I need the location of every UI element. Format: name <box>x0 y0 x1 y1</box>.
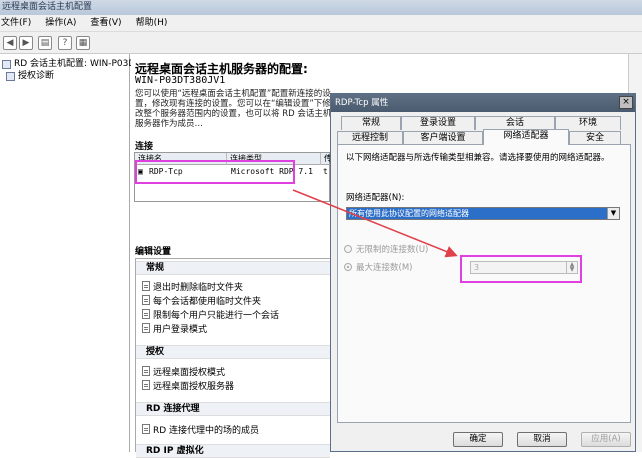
adapter-description: 以下网络适配器与所选传输类型相兼容。请选择要使用的网络适配器。 <box>346 153 610 163</box>
connections-heading: 连接 <box>135 142 154 152</box>
close-icon[interactable]: × <box>619 96 633 109</box>
setting-icon <box>142 366 150 376</box>
list-item-label: 远程桌面授权模式 <box>153 367 226 378</box>
chevron-down-icon[interactable]: ▼ <box>607 208 619 219</box>
dialog-title-text: RDP-Tcp 属性 <box>335 98 389 108</box>
list-item[interactable]: 每个会话都使用临时文件夹 <box>142 294 262 307</box>
menu-file[interactable]: 文件(F) <box>0 18 32 28</box>
list-item[interactable]: 限制每个用户只能进行一个会话 <box>142 308 280 321</box>
list-item[interactable]: 远程桌面授权模式 <box>142 365 226 378</box>
window-title: 远程桌面会话主机配置 <box>0 0 642 15</box>
menu-view[interactable]: 查看(V) <box>89 18 122 28</box>
back-icon[interactable]: ◀ <box>3 36 17 50</box>
section-broker: RD 连接代理 <box>136 402 330 416</box>
list-item[interactable]: 远程桌面授权服务器 <box>142 379 235 392</box>
setting-icon <box>142 323 150 333</box>
list-item-label: 退出时删除临时文件夹 <box>153 282 244 293</box>
list-item[interactable]: 退出时删除临时文件夹 <box>142 280 244 293</box>
row-extra: t <box>323 167 328 176</box>
radio-max-label: 最大连接数(M) <box>356 263 413 273</box>
list-item-label: RD 连接代理中的场的成员 <box>153 425 260 436</box>
show-tree-icon[interactable]: ▤ <box>38 36 52 50</box>
properties-icon[interactable]: ▦ <box>76 36 90 50</box>
tab-security[interactable]: 安全 <box>569 131 621 145</box>
tab-panel: 以下网络适配器与所选传输类型相兼容。请选择要使用的网络适配器。 网络适配器(N)… <box>337 144 631 423</box>
adapter-selected-value: 所有使用此协议配置的网络适配器 <box>347 208 607 219</box>
tab-client-settings[interactable]: 客户端设置 <box>403 131 483 145</box>
server-name: WIN-P03DT380JV1 <box>135 75 226 86</box>
tree-item-root[interactable]: RD 会话主机配置: WIN-P03D <box>2 58 135 70</box>
radio-max[interactable]: 最大连接数(M) <box>344 261 412 273</box>
tree-item-licensing-label: 授权诊断 <box>18 71 55 81</box>
radio-unlimited-dot <box>344 245 352 253</box>
tab-general[interactable]: 常规 <box>341 116 401 130</box>
tab-environment[interactable]: 环境 <box>555 116 621 130</box>
adapter-select[interactable]: 所有使用此协议配置的网络适配器 ▼ <box>346 207 620 220</box>
menu-action[interactable]: 操作(A) <box>44 18 77 28</box>
help-icon[interactable]: ? <box>58 36 72 50</box>
highlight-box-spinner <box>460 255 582 283</box>
apply-button[interactable]: 应用(A) <box>581 432 631 447</box>
list-item-label: 用户登录模式 <box>153 324 208 335</box>
setting-icon <box>142 281 150 291</box>
tab-logon[interactable]: 登录设置 <box>401 116 475 130</box>
edit-settings-heading: 编辑设置 <box>135 247 172 257</box>
list-item[interactable]: 用户登录模式 <box>142 322 208 335</box>
tab-sessions[interactable]: 会话 <box>475 116 555 130</box>
highlight-box-connection <box>135 160 295 184</box>
col-extra-header[interactable]: 传 <box>321 153 332 165</box>
cancel-button[interactable]: 取消 <box>517 432 567 447</box>
radio-unlimited[interactable]: 无限制的连接数(U) <box>344 243 428 255</box>
forward-icon[interactable]: ▶ <box>19 36 33 50</box>
list-item-label: 每个会话都使用临时文件夹 <box>153 296 262 307</box>
server-icon <box>2 59 11 69</box>
radio-unlimited-label: 无限制的连接数(U) <box>356 245 429 255</box>
tree-item-root-label: RD 会话主机配置: WIN-P03D <box>14 59 136 69</box>
tab-network-adapter[interactable]: 网络适配器 <box>483 129 569 145</box>
tree-item-licensing[interactable]: 授权诊断 <box>6 70 54 82</box>
adapter-label: 网络适配器(N): <box>346 193 405 203</box>
section-general: 常规 <box>136 261 330 275</box>
tree-pane: RD 会话主机配置: WIN-P03D 授权诊断 <box>0 54 135 452</box>
list-item-label: 远程桌面授权服务器 <box>153 381 235 392</box>
menu-help[interactable]: 帮助(H) <box>135 18 169 28</box>
radio-max-dot <box>344 263 352 271</box>
toolbar: ◀ ▶ ▤ ? ▦ <box>0 32 642 54</box>
list-item-label: 限制每个用户只能进行一个会话 <box>153 310 280 321</box>
menu-bar: 文件(F) 操作(A) 查看(V) 帮助(H) <box>0 15 642 32</box>
setting-icon <box>142 380 150 390</box>
setting-icon <box>142 424 150 434</box>
setting-icon <box>142 295 150 305</box>
setting-icon <box>142 309 150 319</box>
list-item[interactable]: RD 连接代理中的场的成员 <box>142 423 260 436</box>
ok-button[interactable]: 确定 <box>453 432 503 447</box>
diagnostics-icon <box>6 71 15 81</box>
description: 您可以使用“远程桌面会话主机配置”配置新连接的设置，修改现有连接的设置。您可以在… <box>135 89 332 129</box>
dialog-title: RDP-Tcp 属性 × <box>331 94 635 112</box>
tab-remote-control[interactable]: 远程控制 <box>337 131 403 145</box>
edit-settings-panel: 常规 退出时删除临时文件夹 每个会话都使用临时文件夹 限制每个用户只能进行一个会… <box>135 258 331 458</box>
section-ip-virtualization: RD IP 虚拟化 <box>136 444 330 458</box>
section-licensing: 授权 <box>136 345 330 359</box>
